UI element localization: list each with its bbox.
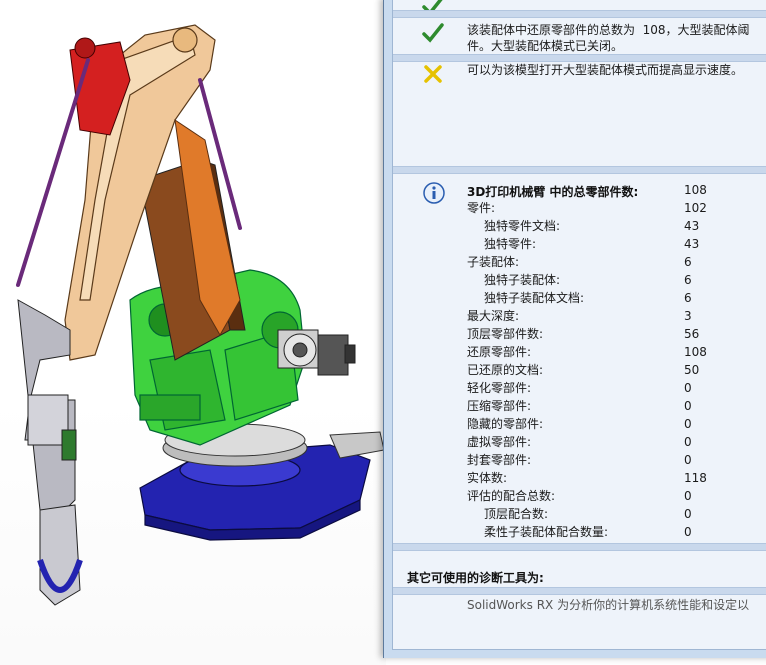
robot-arm-model (16, 24, 385, 606)
info-icon (423, 182, 445, 204)
separator (393, 543, 766, 551)
stat-value: 108 (684, 183, 707, 197)
motor-gray (277, 329, 356, 376)
stat-value: 0 (684, 399, 692, 413)
stat-label: 压缩零部件: (467, 399, 532, 413)
stat-value: 108 (684, 345, 707, 359)
stat-value: 118 (684, 471, 707, 485)
separator (393, 587, 766, 595)
stat-value: 3 (684, 309, 692, 323)
message-text: 该装配体中还原零部件的总数为 108，大型装配体阈 件。大型装配体模式已关闭。 (467, 23, 750, 53)
stat-value: 6 (684, 255, 692, 269)
stat-value: 0 (684, 417, 692, 431)
stat-label: 独特子装配体: (484, 273, 561, 287)
stat-value: 102 (684, 201, 707, 215)
stat-value: 0 (684, 453, 692, 467)
stat-label: 独特零件文档: (484, 219, 561, 233)
stat-label: 隐藏的零部件: (467, 417, 544, 431)
tools-title: 其它可使用的诊断工具为: (407, 571, 544, 585)
stat-value: 6 (684, 291, 692, 305)
stat-value: 43 (684, 237, 700, 251)
stat-label: 子装配体: (467, 255, 520, 269)
stat-value: 50 (684, 363, 700, 377)
message-text: 可以为该模型打开大型装配体模式而提高显示速度。 (467, 63, 744, 77)
stat-label: 柔性子装配体配合数量: (484, 525, 609, 539)
stat-label: 顶层零部件数: (467, 327, 544, 341)
stat-label: 评估的配合总数: (467, 489, 556, 503)
stat-value: 0 (684, 489, 692, 503)
separator (393, 10, 766, 18)
stat-value: 0 (684, 381, 692, 395)
stat-value: 43 (684, 219, 700, 233)
stat-value: 56 (684, 327, 700, 341)
cross-icon (424, 65, 442, 83)
separator (393, 166, 766, 174)
dialog-content: 该装配体中还原零部件的总数为 108，大型装配体阈 件。大型装配体模式已关闭。 … (392, 0, 766, 650)
separator (393, 54, 766, 62)
stat-label: 顶层配合数: (484, 507, 549, 521)
stat-label: 还原零部件: (467, 345, 532, 359)
stat-label: 虚拟零部件: (467, 435, 532, 449)
performance-dialog: 该装配体中还原零部件的总数为 108，大型装配体阈 件。大型装配体模式已关闭。 … (383, 0, 766, 658)
stat-label: 最大深度: (467, 309, 520, 323)
stat-label: 独特零件: (484, 237, 537, 251)
stat-label: 零件: (467, 201, 496, 215)
message-row-1: 该装配体中还原零部件的总数为 108，大型装配体阈 件。大型装配体模式已关闭。 (393, 18, 766, 54)
stat-value: 0 (684, 435, 692, 449)
tools-description[interactable]: SolidWorks RX 为分析你的计算机系统性能和设定以 (467, 596, 749, 613)
stat-value: 0 (684, 525, 692, 539)
stat-label: 轻化零部件: (467, 381, 532, 395)
stat-value: 6 (684, 273, 692, 287)
stat-label: 实体数: (467, 471, 508, 485)
stat-label: 封套零部件: (467, 453, 532, 467)
cad-viewport[interactable] (0, 0, 386, 665)
check-icon (422, 23, 444, 43)
stat-label: 独特子装配体文档: (484, 291, 585, 305)
stat-label: 已还原的文档: (467, 363, 544, 377)
message-row-2: 可以为该模型打开大型装配体模式而提高显示速度。 (393, 62, 766, 102)
stat-value: 0 (684, 507, 692, 521)
stats-title: 3D打印机械臂 中的总零部件数: (467, 185, 639, 199)
